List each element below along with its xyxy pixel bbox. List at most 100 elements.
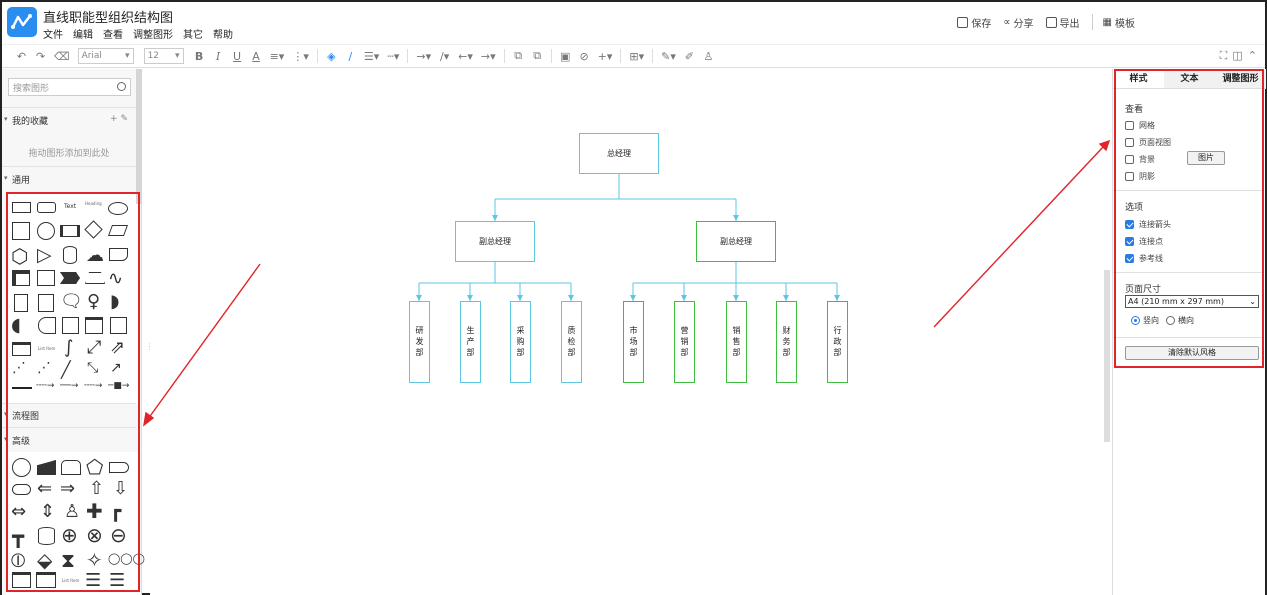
- org-node-vp-left[interactable]: 副总经理: [455, 221, 535, 262]
- menu-other[interactable]: 其它: [183, 26, 203, 41]
- shape-search-input[interactable]: 搜索图形: [8, 78, 131, 96]
- table-icon[interactable]: ⊞▾: [629, 50, 644, 63]
- toolbar-divider: [652, 49, 654, 63]
- annotation-box-shapes: [6, 192, 140, 592]
- dept-label: 研发部: [415, 325, 424, 359]
- menu-arrange[interactable]: 调整图形: [133, 26, 173, 41]
- line-color-icon[interactable]: ∕: [345, 50, 356, 63]
- share-label: 分享: [1013, 18, 1034, 30]
- diagram-canvas[interactable]: 总经理 副总经理 副总经理 研发部 生产部 采购部 质检部 市场部 营销部 销售…: [150, 69, 1112, 595]
- menu-edit[interactable]: 编辑: [73, 26, 93, 41]
- fullscreen-icon[interactable]: ⛶: [1220, 49, 1228, 63]
- theme-icon[interactable]: ♙: [703, 50, 714, 63]
- underline-button[interactable]: U: [232, 50, 243, 63]
- toolbar-divider: [550, 49, 552, 63]
- left-panel-scrollbar[interactable]: [136, 69, 142, 204]
- header-actions: 保存 ∝ 分享 导出 ▦ 模板: [957, 14, 1147, 30]
- org-node-dept[interactable]: 营销部: [674, 301, 695, 383]
- org-node-ceo[interactable]: 总经理: [579, 133, 659, 174]
- font-color-button[interactable]: A: [251, 50, 262, 63]
- menu-view[interactable]: 查看: [103, 26, 123, 41]
- dept-label: 生产部: [466, 325, 475, 359]
- template-label: 模板: [1115, 18, 1135, 30]
- chevron-down-icon: ▾: [125, 51, 130, 61]
- export-icon: [1045, 16, 1057, 28]
- connector-line-icon[interactable]: ∕▾: [439, 50, 450, 63]
- bold-button[interactable]: B: [194, 50, 205, 63]
- end-arrow-icon[interactable]: →▾: [481, 50, 496, 63]
- pin-icon[interactable]: ✐: [684, 50, 695, 63]
- document-title[interactable]: 直线职能型组织结构图: [43, 7, 173, 26]
- line-width-icon[interactable]: ☰▾: [364, 50, 379, 63]
- chevron-down-icon: ▾: [175, 51, 180, 61]
- divider: [2, 107, 136, 108]
- redo-icon[interactable]: ↷: [35, 50, 46, 63]
- org-node-dept[interactable]: 销售部: [726, 301, 747, 383]
- fill-color-icon[interactable]: ◈: [326, 50, 337, 63]
- org-node-dept[interactable]: 采购部: [510, 301, 531, 383]
- save-icon: [957, 16, 969, 28]
- line-spacing-icon[interactable]: ⋮▾: [292, 50, 309, 63]
- toolbar-divider: [407, 49, 409, 63]
- favorites-hint: 拖动图形添加到此处: [28, 149, 110, 159]
- collapse-icon[interactable]: ⌃: [1248, 49, 1257, 63]
- view-controls: ⛶ ◫ ⌃: [1220, 49, 1257, 63]
- connector-arrow-icon[interactable]: →▾: [416, 50, 431, 63]
- dept-label: 销售部: [732, 325, 741, 359]
- export-label: 导出: [1059, 18, 1080, 30]
- insert-link-icon[interactable]: ⊘: [579, 50, 590, 63]
- save-label: 保存: [971, 18, 992, 30]
- align-icon[interactable]: ≡▾: [270, 50, 285, 63]
- font-family-select[interactable]: Arial ▾: [77, 48, 134, 64]
- export-button[interactable]: 导出: [1045, 15, 1080, 30]
- annotation-box-format-panel: [1114, 69, 1264, 368]
- line-dash-icon[interactable]: ┄▾: [387, 50, 399, 63]
- add-icon[interactable]: + ✎: [110, 114, 128, 124]
- insert-image-icon[interactable]: ▣: [560, 50, 571, 63]
- font-size-select[interactable]: 12 ▾: [143, 48, 184, 64]
- send-back-icon[interactable]: ⧉: [532, 49, 543, 63]
- start-arrow-icon[interactable]: ←▾: [458, 50, 473, 63]
- app-logo-icon: [7, 7, 37, 37]
- bring-front-icon[interactable]: ⧉: [513, 49, 524, 63]
- template-button[interactable]: ▦ 模板: [1103, 15, 1135, 30]
- header-divider: [1091, 14, 1093, 30]
- favorites-title: 我的收藏: [12, 117, 49, 127]
- share-icon: ∝: [1003, 16, 1011, 28]
- format-painter-icon[interactable]: ⌫: [54, 50, 70, 63]
- org-node-vp-right[interactable]: 副总经理: [696, 221, 776, 262]
- format-toolbar: ↶ ↷ ⌫ Arial ▾ 12 ▾ B I U A ≡▾ ⋮▾ ◈ ∕ ☰▾ ┄▾…: [2, 44, 1265, 68]
- dept-label: 行政部: [833, 325, 842, 359]
- dept-label: 财务部: [782, 325, 791, 359]
- org-node-dept[interactable]: 行政部: [827, 301, 848, 383]
- font-size-value: 12: [147, 51, 160, 61]
- dept-label: 营销部: [680, 325, 689, 359]
- toolbar-divider: [503, 49, 505, 63]
- general-section-title[interactable]: 通用: [2, 173, 136, 186]
- insert-plus-icon[interactable]: +▾: [598, 50, 613, 63]
- org-node-dept[interactable]: 生产部: [460, 301, 481, 383]
- menu-help[interactable]: 帮助: [213, 26, 233, 41]
- edit-style-icon[interactable]: ✎▾: [661, 50, 676, 63]
- font-family-value: Arial: [81, 51, 102, 61]
- menu-file[interactable]: 文件: [43, 26, 63, 41]
- org-node-dept[interactable]: 市场部: [623, 301, 644, 383]
- app-header: 直线职能型组织结构图 文件 编辑 查看 调整图形 其它 帮助 保存 ∝ 分享 导出…: [2, 2, 1265, 44]
- search-icon[interactable]: [117, 82, 126, 91]
- divider: [2, 166, 136, 167]
- template-icon: ▦: [1102, 16, 1112, 28]
- save-button[interactable]: 保存: [957, 15, 991, 30]
- share-button[interactable]: ∝ 分享: [1003, 15, 1033, 30]
- dept-label: 质检部: [567, 325, 576, 359]
- org-node-dept[interactable]: 财务部: [776, 301, 797, 383]
- canvas-scrollbar[interactable]: [1104, 270, 1110, 442]
- favorites-section-title[interactable]: 我的收藏 + ✎: [2, 114, 136, 127]
- menu-bar: 文件 编辑 查看 调整图形 其它 帮助: [43, 26, 233, 41]
- org-node-dept[interactable]: 质检部: [561, 301, 582, 383]
- toolbar-divider: [316, 49, 318, 63]
- org-node-dept[interactable]: 研发部: [409, 301, 430, 383]
- undo-icon[interactable]: ↶: [16, 50, 27, 63]
- italic-button[interactable]: I: [213, 50, 224, 63]
- dept-label: 采购部: [516, 325, 525, 359]
- panel-toggle-icon[interactable]: ◫: [1232, 49, 1242, 63]
